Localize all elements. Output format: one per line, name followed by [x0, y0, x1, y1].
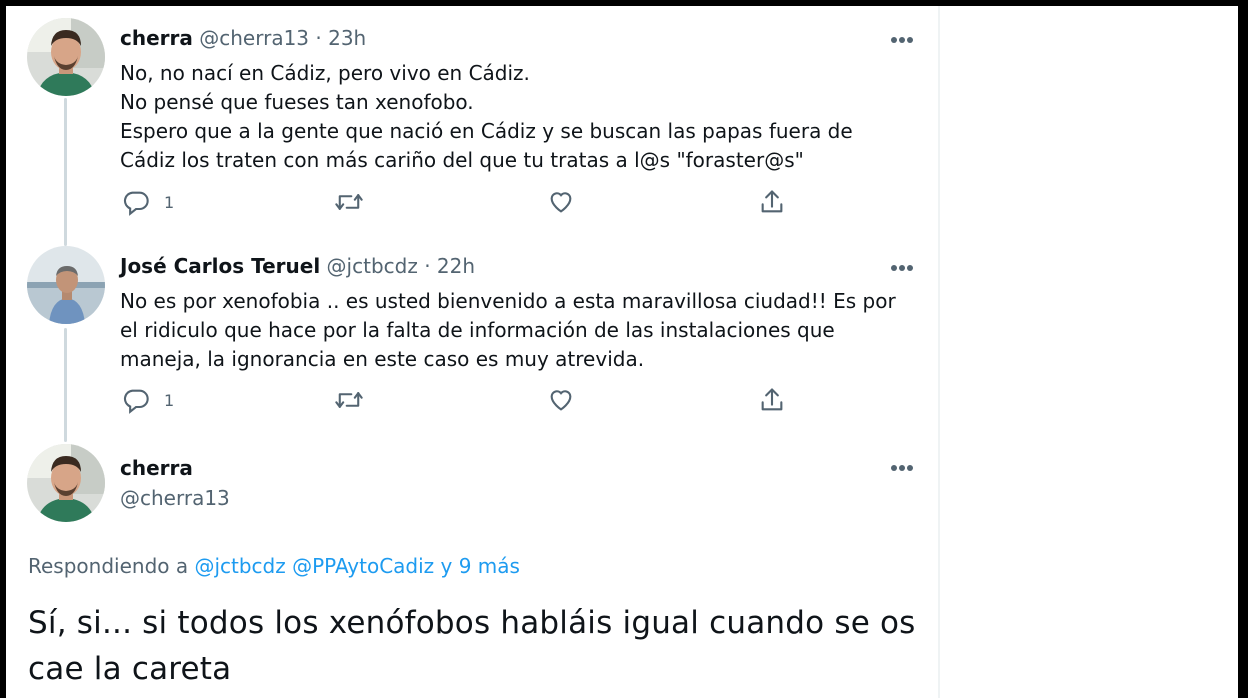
- reply-icon: [122, 386, 150, 414]
- more-mentions-link[interactable]: y 9 más: [441, 554, 520, 578]
- retweet-button[interactable]: [334, 184, 364, 220]
- tweet-header: José Carlos Teruel @jctbcdz · 22h: [120, 254, 475, 278]
- mention-link[interactable]: @PPAytoCadiz: [292, 554, 434, 578]
- user-handle[interactable]: @cherra13: [120, 486, 230, 510]
- tweet-text-line: Cádiz los traten con más cariño del que …: [120, 148, 804, 172]
- tweet-text-line: No, no nací en Cádiz, pero vivo en Cádiz…: [120, 61, 530, 85]
- display-name[interactable]: cherra: [120, 26, 193, 50]
- retweet-icon: [334, 188, 364, 216]
- avatar-jctbcdz[interactable]: [27, 246, 105, 324]
- share-button[interactable]: [758, 382, 786, 418]
- right-panel: [940, 6, 1238, 698]
- tweet-text: No es por xenofobia .. es usted bienveni…: [120, 287, 896, 374]
- separator-dot: ·: [424, 254, 431, 278]
- display-name[interactable]: cherra: [120, 456, 193, 480]
- tweet-header: cherra @cherra13 · 23h: [120, 26, 366, 50]
- thread-line: [64, 98, 67, 246]
- like-icon: [547, 188, 575, 216]
- avatar-cherra[interactable]: [27, 444, 105, 522]
- replying-to: Respondiendo a @jctbcdz @PPAytoCadiz y 9…: [28, 554, 520, 578]
- timestamp[interactable]: 23h: [328, 26, 366, 50]
- tweet-text-line: maneja, la ignorancia en este caso es mu…: [120, 347, 645, 371]
- more-icon[interactable]: [886, 260, 918, 276]
- main-tweet-text-line: Sí, si... si todos los xenófobos habláis…: [28, 605, 916, 641]
- like-button[interactable]: [547, 382, 575, 418]
- main-tweet-name: cherra: [120, 456, 193, 480]
- main-tweet-text: Sí, si... si todos los xenófobos habláis…: [28, 600, 916, 692]
- tweet-actions: 1: [120, 382, 800, 418]
- tweet-text-line: No pensé que fueses tan xenofobo.: [120, 90, 474, 114]
- retweet-icon: [334, 386, 364, 414]
- share-icon: [758, 188, 786, 216]
- reply-icon: [122, 188, 150, 216]
- share-icon: [758, 386, 786, 414]
- tweet-text-line: el ridiculo que hace por la falta de inf…: [120, 318, 835, 342]
- reply-count: 1: [164, 390, 175, 410]
- display-name[interactable]: José Carlos Teruel: [120, 254, 320, 278]
- reply-count: 1: [164, 192, 175, 212]
- tweet-text-line: No es por xenofobia .. es usted bienveni…: [120, 289, 896, 313]
- user-handle[interactable]: @cherra13: [199, 26, 309, 50]
- share-button[interactable]: [758, 184, 786, 220]
- thread-line: [64, 328, 67, 442]
- tweet-thread-screenshot: cherra @cherra13 · 23h No, no nací en Cá…: [6, 6, 1238, 698]
- timeline: cherra @cherra13 · 23h No, no nací en Cá…: [6, 6, 938, 698]
- separator-dot: ·: [315, 26, 322, 50]
- more-icon[interactable]: [886, 32, 918, 48]
- like-icon: [547, 386, 575, 414]
- reply-button[interactable]: 1: [122, 184, 174, 220]
- reply-button[interactable]: 1: [122, 382, 174, 418]
- like-button[interactable]: [547, 184, 575, 220]
- user-handle[interactable]: @jctbcdz: [327, 254, 418, 278]
- main-tweet-handle: @cherra13: [120, 486, 230, 510]
- tweet-text-line: Espero que a la gente que nació en Cádiz…: [120, 119, 853, 143]
- replying-prefix: Respondiendo a: [28, 554, 189, 578]
- avatar-cherra[interactable]: [27, 18, 105, 96]
- mention-link[interactable]: @jctbcdz: [194, 554, 285, 578]
- main-tweet-text-line: cae la careta: [28, 651, 232, 687]
- retweet-button[interactable]: [334, 382, 364, 418]
- timestamp[interactable]: 22h: [437, 254, 475, 278]
- tweet-text: No, no nací en Cádiz, pero vivo en Cádiz…: [120, 59, 853, 175]
- more-icon[interactable]: [886, 460, 918, 476]
- tweet-actions: 1: [120, 184, 800, 220]
